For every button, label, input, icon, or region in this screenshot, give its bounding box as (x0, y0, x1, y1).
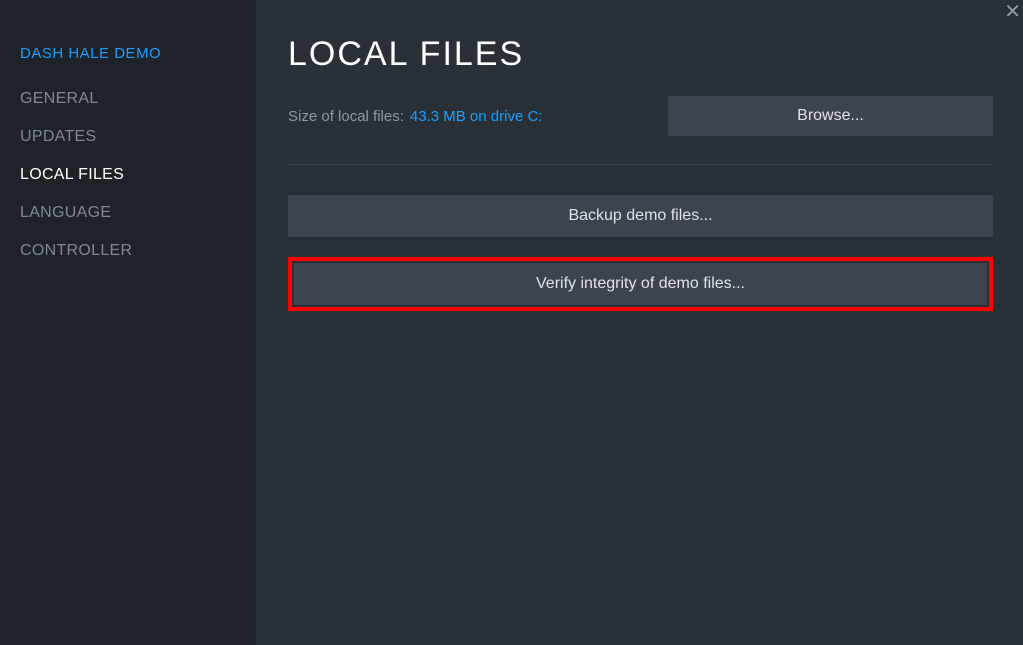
page-title: LOCAL FILES (288, 35, 993, 74)
browse-button[interactable]: Browse... (668, 96, 993, 136)
sidebar: DASH HALE DEMO GENERAL UPDATES LOCAL FIL… (0, 0, 256, 645)
game-title: DASH HALE DEMO (20, 45, 256, 62)
divider (288, 164, 993, 165)
sidebar-item-controller[interactable]: CONTROLLER (20, 242, 256, 260)
sidebar-item-language[interactable]: LANGUAGE (20, 204, 256, 222)
close-icon[interactable]: ✕ (1004, 2, 1021, 22)
size-value: 43.3 MB on drive C: (410, 108, 543, 125)
verify-button[interactable]: Verify integrity of demo files... (294, 263, 987, 305)
size-info: Size of local files: 43.3 MB on drive C: (288, 108, 542, 125)
size-row: Size of local files: 43.3 MB on drive C:… (288, 96, 993, 136)
main-panel: ✕ LOCAL FILES Size of local files: 43.3 … (256, 0, 1023, 645)
size-label: Size of local files: (288, 108, 404, 125)
sidebar-item-general[interactable]: GENERAL (20, 90, 256, 108)
sidebar-item-local-files[interactable]: LOCAL FILES (20, 166, 256, 184)
sidebar-item-updates[interactable]: UPDATES (20, 128, 256, 146)
backup-button[interactable]: Backup demo files... (288, 195, 993, 237)
verify-highlight: Verify integrity of demo files... (288, 257, 993, 311)
